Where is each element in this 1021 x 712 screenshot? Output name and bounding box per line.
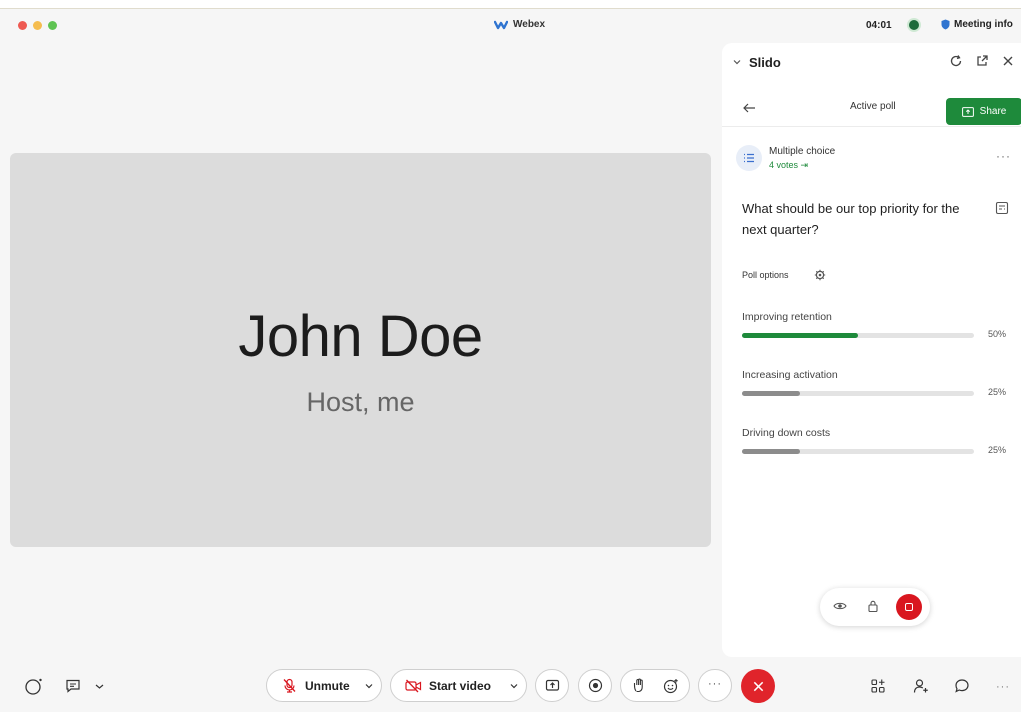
poll-option-label: Increasing activation — [742, 369, 838, 381]
participants-icon[interactable] — [913, 678, 929, 694]
captions-icon[interactable] — [65, 678, 81, 694]
end-call-icon — [753, 681, 763, 691]
share-icon — [961, 106, 974, 117]
poll-options-label: Poll options — [742, 270, 789, 280]
present-icon[interactable] — [995, 201, 1009, 215]
poll-option: Driving down costs 25% — [742, 427, 1012, 455]
poll-option: Increasing activation 25% — [742, 369, 1012, 397]
poll-more-button[interactable]: ··· — [996, 149, 1011, 163]
more-options-button[interactable]: ··· — [698, 669, 732, 702]
chevron-down-icon[interactable] — [94, 678, 105, 694]
minimize-window-button[interactable] — [33, 21, 42, 30]
poll-option-bar-fill — [742, 391, 800, 396]
lock-icon[interactable] — [866, 599, 880, 613]
stop-icon — [905, 603, 913, 611]
webex-window: Webex 04:01 Meeting info John Doe Host, … — [0, 8, 1021, 712]
slido-header-actions — [949, 54, 1015, 68]
share-label: Share — [979, 106, 1007, 117]
slido-title: Slido — [749, 55, 781, 70]
start-video-label: Start video — [429, 678, 492, 693]
mic-muted-icon — [283, 678, 296, 693]
title-bar: Webex 04:01 Meeting info — [0, 9, 1021, 43]
chevron-down-icon[interactable] — [364, 681, 374, 691]
poll-type: Multiple choice — [769, 146, 836, 157]
meeting-info-label: Meeting info — [954, 19, 1013, 30]
chat-icon[interactable] — [954, 678, 970, 694]
slido-subheader: Active poll Share — [722, 89, 1021, 127]
app-title: Webex — [494, 19, 545, 30]
gear-icon[interactable] — [814, 269, 826, 281]
participant-role: Host, me — [306, 387, 415, 417]
share-screen-icon — [545, 679, 559, 691]
poll-option-bar-fill — [742, 333, 858, 338]
active-poll-label: Active poll — [850, 101, 896, 112]
poll-option-bar — [742, 449, 974, 454]
more-icon: ··· — [708, 677, 722, 690]
votes-arrow-icon: ⇥ — [800, 160, 809, 170]
window-controls — [18, 21, 57, 30]
meeting-info-button[interactable]: Meeting info — [941, 19, 1013, 30]
meeting-controls: Unmute Start video ··· ··· — [0, 657, 1021, 712]
chevron-down-icon[interactable] — [509, 681, 519, 691]
poll-controls — [820, 588, 930, 626]
vote-count-text: 4 votes — [769, 160, 799, 170]
slido-panel: Slido Active poll Share Multiple choice … — [722, 43, 1021, 657]
reactions-group — [620, 669, 690, 702]
unmute-label: Unmute — [305, 678, 350, 693]
zoom-window-button[interactable] — [48, 21, 57, 30]
poll-type-badge — [736, 145, 762, 171]
status-ring-icon[interactable] — [24, 677, 43, 696]
stop-poll-button[interactable] — [896, 594, 922, 620]
record-icon — [588, 678, 602, 693]
more-icon[interactable]: ··· — [996, 681, 1012, 697]
meeting-timer: 04:01 — [866, 20, 892, 31]
webex-logo — [494, 20, 508, 29]
share-screen-button[interactable] — [535, 669, 569, 702]
slido-header: Slido — [722, 43, 1021, 83]
chevron-down-icon[interactable] — [732, 57, 742, 67]
status-indicator — [907, 18, 921, 32]
close-icon[interactable] — [1001, 54, 1015, 68]
back-arrow-icon[interactable] — [742, 102, 756, 114]
share-button[interactable]: Share — [946, 98, 1021, 125]
raise-hand-icon[interactable] — [632, 678, 646, 693]
participant-video-tile: John Doe Host, me — [10, 153, 711, 547]
list-icon — [744, 153, 754, 163]
poll-question: What should be our top priority for the … — [742, 201, 960, 237]
unmute-button[interactable]: Unmute — [266, 669, 382, 702]
poll-option-percent: 25% — [988, 445, 1007, 455]
eye-icon[interactable] — [833, 599, 847, 613]
poll-option-bar-fill — [742, 449, 800, 454]
refresh-icon[interactable] — [949, 54, 963, 68]
poll-option: Improving retention 50% — [742, 311, 1012, 339]
poll-option-bar — [742, 333, 974, 338]
poll-option-percent: 25% — [988, 387, 1007, 397]
poll-option-bar — [742, 391, 974, 396]
poll-option-label: Driving down costs — [742, 427, 831, 439]
popout-icon[interactable] — [975, 54, 989, 68]
shield-icon — [941, 19, 950, 30]
vote-count: 4 votes ⇥ — [769, 160, 808, 171]
participant-name: John Doe — [238, 304, 483, 369]
poll-option-label: Improving retention — [742, 311, 832, 323]
close-window-button[interactable] — [18, 21, 27, 30]
record-button[interactable] — [578, 669, 612, 702]
start-video-button[interactable]: Start video — [390, 669, 527, 702]
poll-option-percent: 50% — [988, 329, 1007, 339]
apps-icon[interactable] — [870, 678, 886, 694]
end-call-button[interactable] — [741, 669, 775, 703]
video-off-icon — [405, 679, 422, 692]
app-name: Webex — [513, 19, 546, 30]
reactions-icon[interactable] — [663, 678, 679, 694]
